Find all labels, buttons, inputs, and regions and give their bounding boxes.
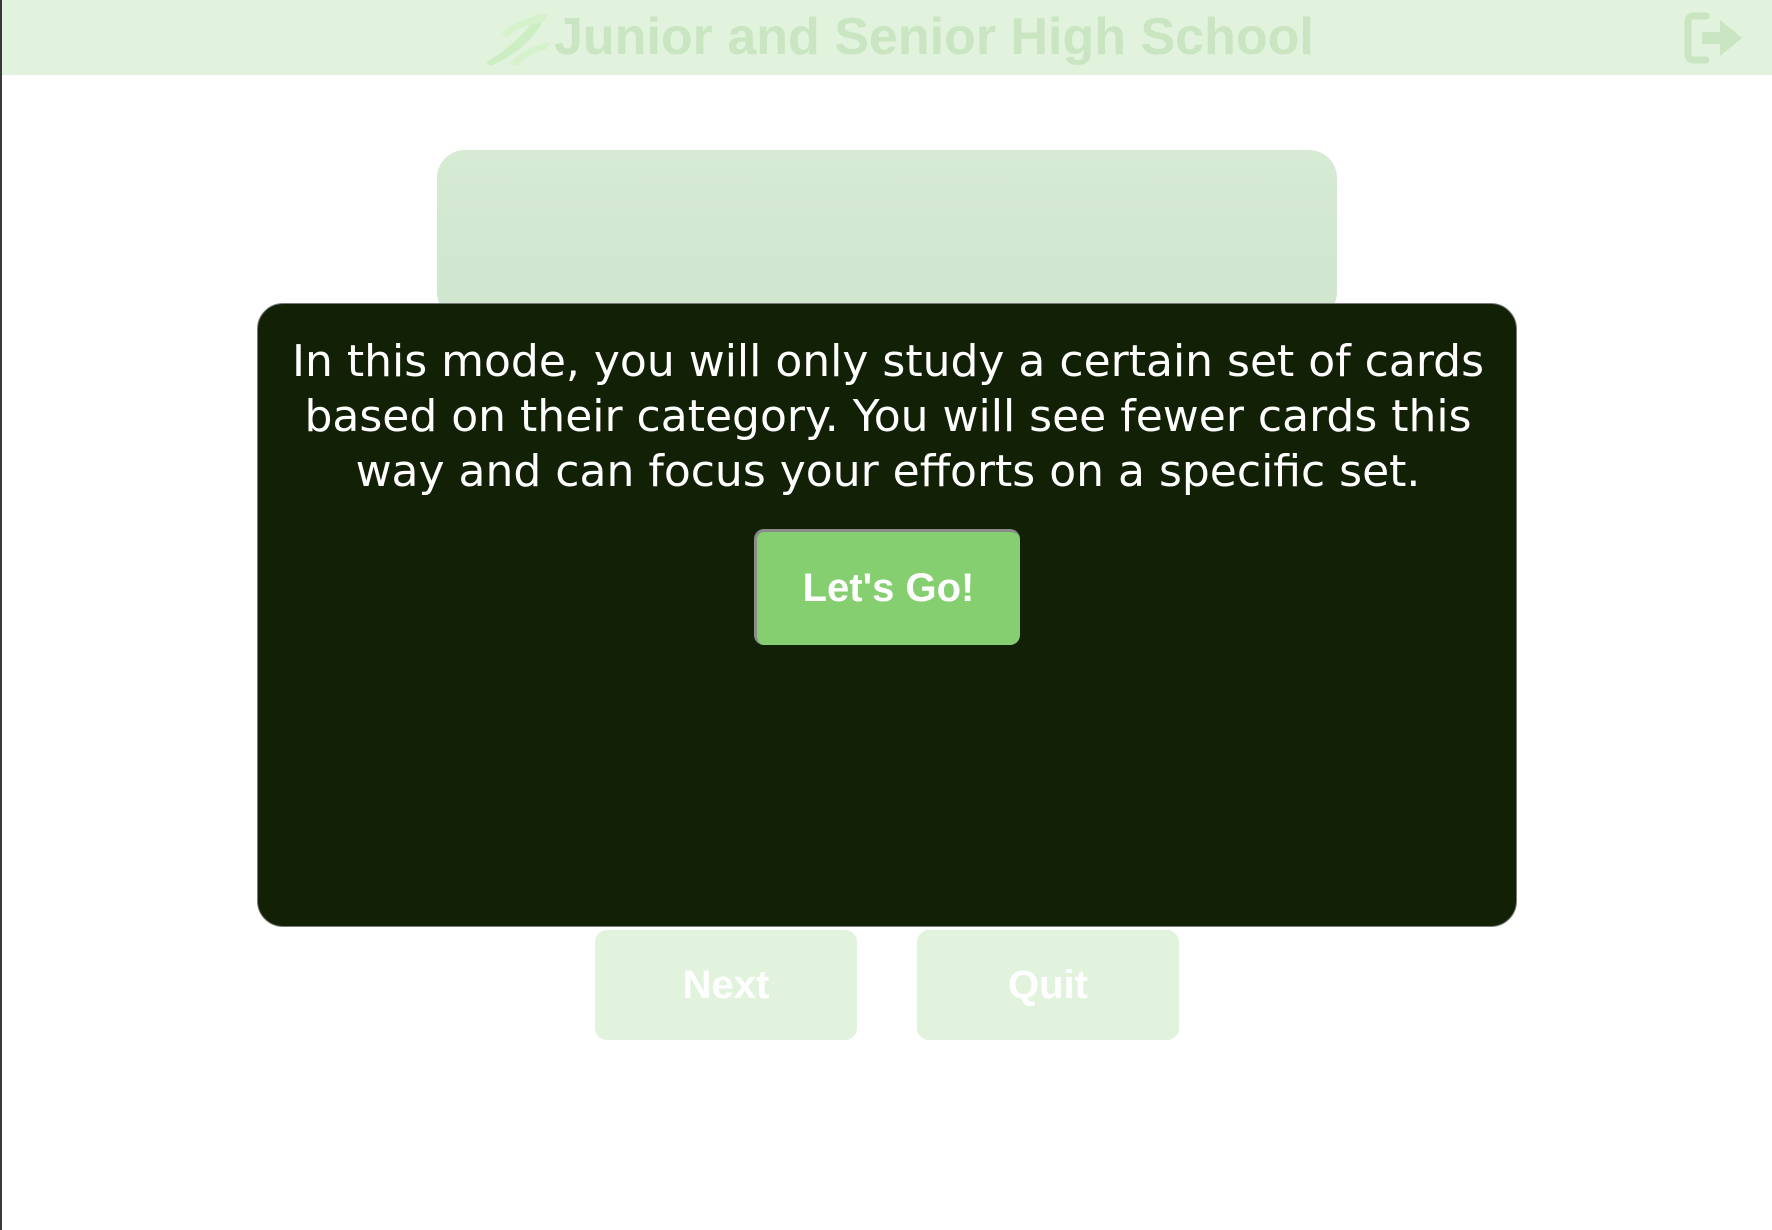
page-title: Junior and Senior High School (554, 8, 1314, 66)
lets-go-button[interactable]: Let's Go! (754, 529, 1020, 645)
window-left-border (0, 0, 2, 1230)
sign-out-icon[interactable] (1682, 10, 1746, 66)
next-button[interactable]: Next (595, 930, 857, 1040)
flashcard (437, 150, 1337, 320)
quit-button[interactable]: Quit (917, 930, 1179, 1040)
mode-description: In this mode, you will only study a cert… (292, 336, 1484, 497)
app-header: Junior and Senior High School (2, 0, 1772, 75)
school-logo-icon (486, 14, 550, 66)
mode-info-dialog: In this mode, you will only study a cert… (257, 303, 1517, 927)
